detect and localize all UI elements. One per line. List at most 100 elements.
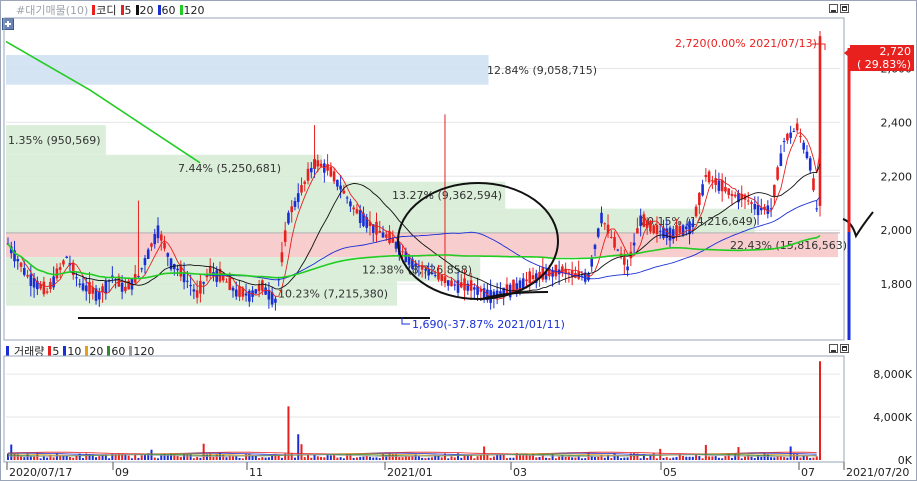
candle-body <box>756 204 760 216</box>
volume-bar <box>212 456 215 460</box>
candle-body <box>336 179 339 187</box>
volume-bar <box>430 457 433 460</box>
volume-bar <box>714 456 717 460</box>
x-axis-label: 2021/07/20 <box>846 466 909 479</box>
volume-bar <box>518 455 521 460</box>
x-axis-label: 03 <box>513 466 527 479</box>
candle-body <box>257 284 261 292</box>
volume-bar <box>819 361 821 460</box>
candle-body <box>818 36 822 206</box>
candle-body <box>140 268 144 270</box>
volume-bar <box>522 454 525 460</box>
volume-bar <box>773 457 776 460</box>
candle-body <box>802 142 805 150</box>
candle-body <box>29 274 33 286</box>
volume-bar <box>127 455 130 460</box>
candle-body <box>274 298 277 303</box>
volume-bar <box>554 458 557 460</box>
volume-bar <box>46 457 49 460</box>
candle-body <box>221 275 225 281</box>
candle-body <box>254 289 258 294</box>
x-axis-label: 2020/07/17 <box>9 466 72 479</box>
volume-bar <box>711 456 714 460</box>
volume-bar <box>450 456 453 460</box>
candle-body <box>691 223 695 228</box>
candle-body <box>433 275 437 277</box>
volume-bar <box>13 453 16 460</box>
candle-body <box>225 281 228 283</box>
volume-bar <box>202 443 205 460</box>
candle-body <box>296 193 300 203</box>
current-change: ( 29.83%) <box>856 58 911 71</box>
candle-body <box>23 268 26 275</box>
volume-bar <box>55 453 58 460</box>
volume-bar <box>215 454 218 460</box>
candle-body <box>375 221 378 235</box>
candle-body <box>283 230 287 242</box>
volume-bar <box>564 456 567 460</box>
candle-body <box>789 132 792 138</box>
volume-bar <box>75 455 78 460</box>
volume-bar <box>238 457 241 460</box>
volume-bar <box>590 456 593 460</box>
candle-body <box>78 283 82 285</box>
candle-body <box>642 214 646 227</box>
volume-bar <box>108 458 111 460</box>
candle-body <box>84 285 88 292</box>
volume-bar <box>567 456 570 460</box>
candle-body <box>208 266 212 274</box>
candle-body <box>596 228 600 237</box>
volume-bar <box>652 453 655 460</box>
volume-bar <box>310 457 313 460</box>
candle-body <box>795 123 799 131</box>
candle-body <box>446 280 450 286</box>
volume-bar <box>815 456 818 460</box>
volume-bar <box>427 457 430 460</box>
volume-bar <box>558 456 561 460</box>
volume-bar <box>496 454 499 460</box>
volume-bar <box>251 455 254 460</box>
candle-body <box>600 212 603 224</box>
volume-bar <box>157 458 160 460</box>
candle-body <box>98 292 101 300</box>
volume-bar <box>584 458 587 460</box>
candle-body <box>345 197 349 199</box>
candle-body <box>623 257 626 265</box>
candle-body <box>632 242 636 246</box>
volume-bar <box>489 457 492 460</box>
volume-bar <box>548 458 551 460</box>
candle-body <box>799 135 802 137</box>
candle-body <box>81 283 85 291</box>
candle-body <box>176 268 179 271</box>
candle-body <box>303 181 307 184</box>
candle-body <box>231 287 235 291</box>
volume-bar <box>646 457 649 460</box>
candle-body <box>349 201 352 207</box>
volume-bar <box>479 455 482 460</box>
volume-bar <box>398 457 401 460</box>
volume-bar <box>29 456 32 460</box>
candle-body <box>776 167 779 180</box>
volume-bar <box>613 453 616 460</box>
candle-body <box>792 131 796 133</box>
price-axis-tick: 1,800 <box>881 278 913 291</box>
candle-body <box>528 271 532 284</box>
candle-body <box>202 282 205 284</box>
candle-body <box>521 278 525 289</box>
volume-bar <box>153 457 156 460</box>
volume-bar <box>339 457 342 460</box>
candle-body <box>166 253 170 257</box>
x-axis-label: 07 <box>801 466 815 479</box>
candle-body <box>150 243 153 247</box>
volume-bar <box>323 457 326 460</box>
volume-bar <box>7 453 9 460</box>
volume-bar <box>199 457 202 460</box>
x-axis-label: 2021/01 <box>387 466 433 479</box>
candle-body <box>456 280 460 293</box>
volume-bar <box>453 457 456 460</box>
volume-bar <box>68 457 71 460</box>
low-price-callout: 1,690(-37.87% 2021/01/11) <box>412 318 565 331</box>
price-chart[interactable]: 12.84% (9,058,715) 1.35% (950,569) 7.44% (… <box>0 0 917 481</box>
volume-bar <box>82 458 85 460</box>
volume-bar <box>698 456 701 460</box>
